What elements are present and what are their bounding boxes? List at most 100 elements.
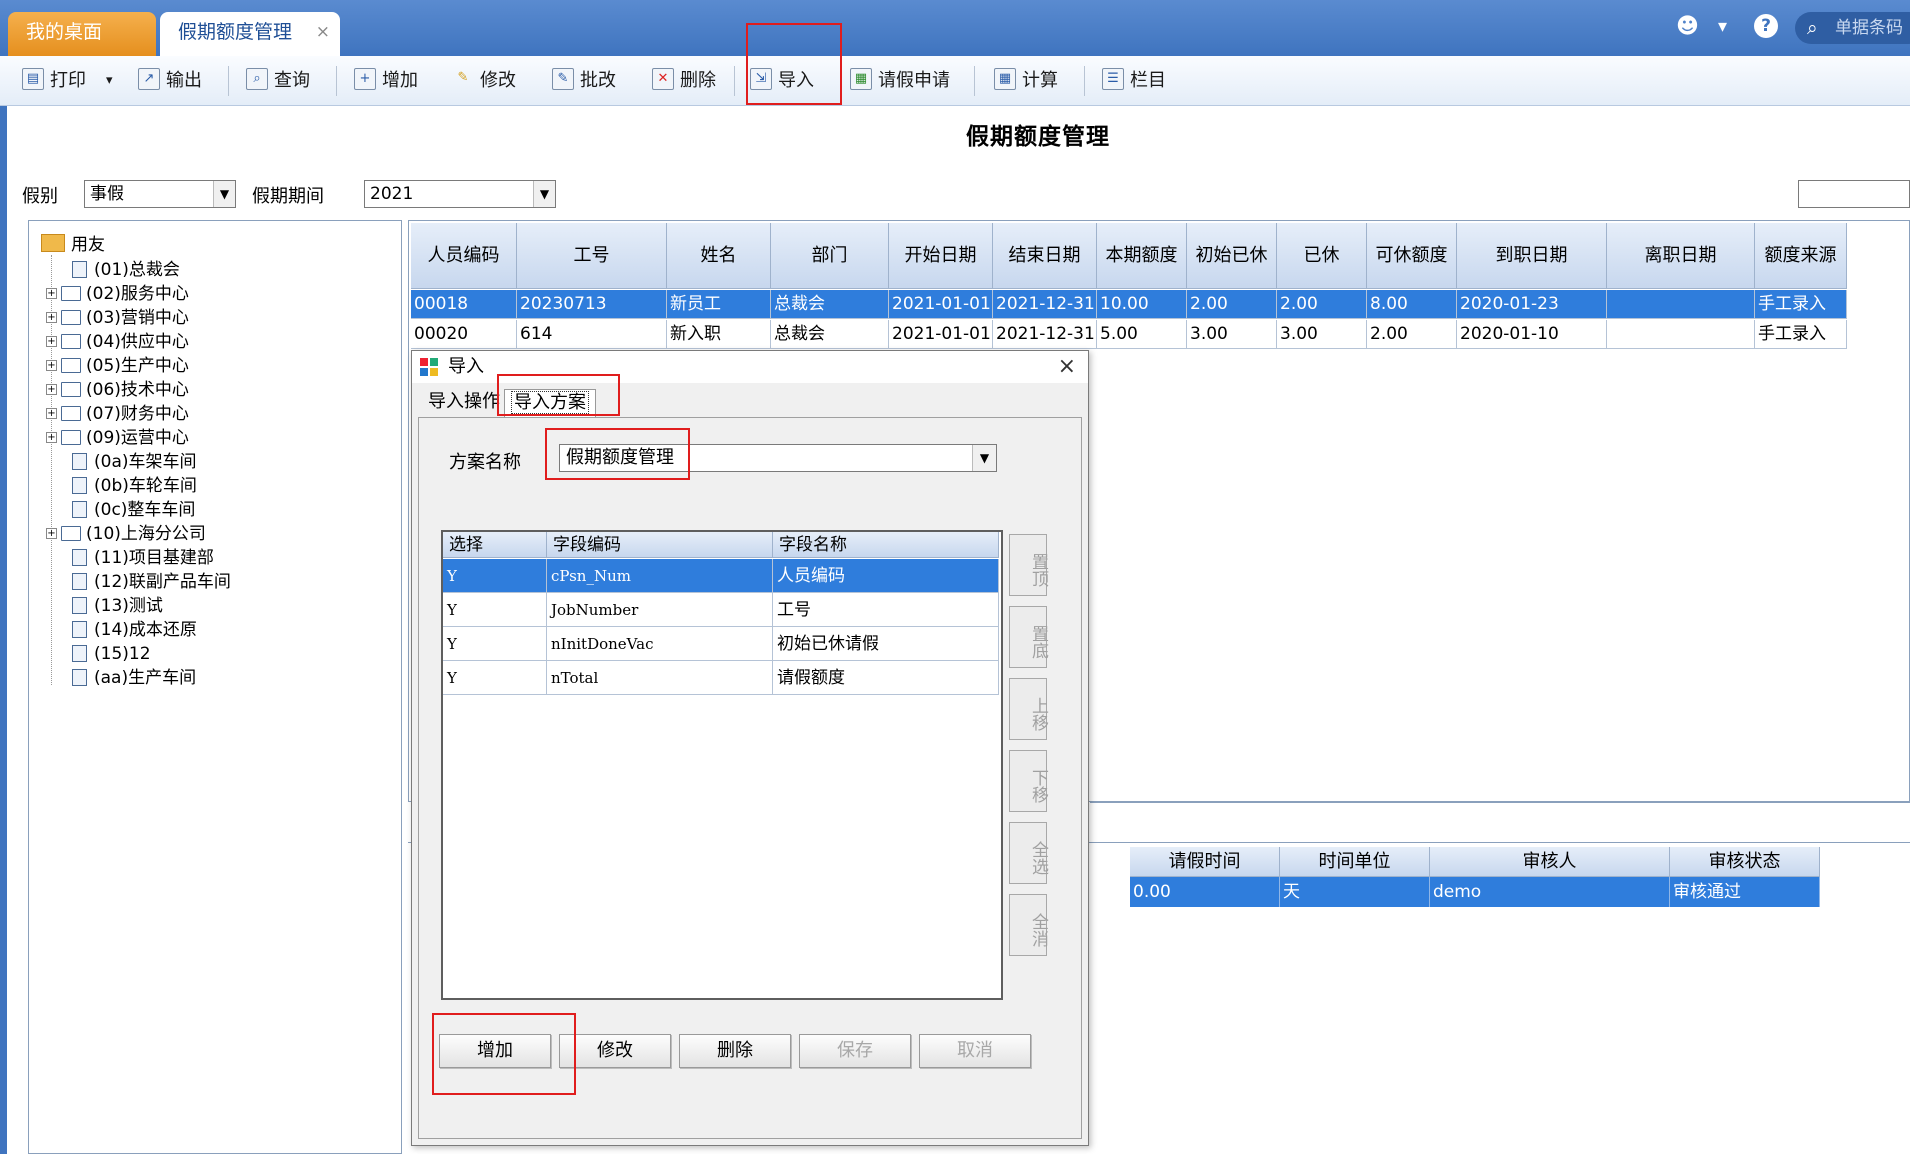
field-cell: 请假额度 xyxy=(773,661,999,695)
print-menu-button[interactable]: ▾ xyxy=(106,64,113,98)
field-column-header[interactable]: 字段编码 xyxy=(547,532,773,558)
tree-item[interactable]: + (07)财务中心 xyxy=(46,402,189,426)
table-cell: 2021-01-01 xyxy=(889,320,993,349)
plan-name-select[interactable]: 假期额度管理 ▼ xyxy=(559,444,997,472)
tree-item[interactable]: (14)成本还原 xyxy=(72,618,197,642)
leave-period-select[interactable]: 2021 ▼ xyxy=(364,180,556,208)
move-top-button[interactable]: 置顶 xyxy=(1009,534,1048,596)
field-column-header[interactable]: 字段名称 xyxy=(773,532,999,558)
column-header[interactable]: 请假时间 xyxy=(1130,847,1280,877)
tree-item[interactable]: + (04)供应中心 xyxy=(46,330,189,354)
expand-icon[interactable]: + xyxy=(46,407,57,419)
tree-item[interactable]: (13)测试 xyxy=(72,594,163,618)
modify-button[interactable]: ✎ 修改 xyxy=(452,64,516,98)
tree-item[interactable]: (12)联副产品车间 xyxy=(72,570,231,594)
column-header[interactable]: 额度来源 xyxy=(1755,223,1847,289)
column-header[interactable]: 审核人 xyxy=(1430,847,1670,877)
add-button[interactable]: + 增加 xyxy=(354,64,418,98)
column-header[interactable]: 离职日期 xyxy=(1607,223,1755,289)
expand-icon[interactable]: + xyxy=(46,527,57,539)
table-cell: 2021-12-31 xyxy=(993,320,1097,349)
expand-icon[interactable]: + xyxy=(46,287,57,299)
expand-icon[interactable]: + xyxy=(46,383,57,395)
smile-icon[interactable]: ☻ xyxy=(1676,14,1699,39)
folder-icon xyxy=(61,357,81,373)
delete-icon: ✕ xyxy=(652,68,674,90)
expand-icon[interactable]: + xyxy=(46,431,57,443)
pencil-icon: ✎ xyxy=(457,70,469,85)
column-header[interactable]: 已休 xyxy=(1277,223,1367,289)
help-icon[interactable]: ? xyxy=(1754,14,1778,38)
leave-type-select[interactable]: 事假 ▼ xyxy=(84,180,236,208)
select-all-button[interactable]: 全选 xyxy=(1009,822,1048,884)
expand-icon[interactable]: + xyxy=(46,335,57,347)
tree-item[interactable]: + (10)上海分公司 xyxy=(46,522,206,546)
field-cell: 工号 xyxy=(773,593,999,627)
tab-holiday-quota[interactable]: 假期额度管理 × xyxy=(160,12,340,56)
tree-item[interactable]: (11)项目基建部 xyxy=(72,546,214,570)
tree-item[interactable]: + (03)营销中心 xyxy=(46,306,189,330)
export-button[interactable]: ↗ 输出 xyxy=(138,64,202,98)
field-column-header[interactable]: 选择 xyxy=(443,532,547,558)
move-down-button[interactable]: 下移 xyxy=(1009,750,1048,812)
plan-add-button[interactable]: 增加 xyxy=(439,1034,551,1068)
tree-item[interactable]: (0c)整车车间 xyxy=(72,498,195,522)
column-header[interactable]: 到职日期 xyxy=(1457,223,1607,289)
plan-save-button[interactable]: 保存 xyxy=(799,1034,911,1068)
move-up-button[interactable]: 上移 xyxy=(1009,678,1048,740)
column-header[interactable]: 人员编码 xyxy=(411,223,517,289)
move-bottom-button[interactable]: 置底 xyxy=(1009,606,1048,668)
chevron-down-icon[interactable]: ▼ xyxy=(972,445,996,471)
tree-item[interactable]: (01)总裁会 xyxy=(72,258,180,282)
import-button[interactable]: ⇲ 导入 xyxy=(750,64,814,98)
plan-delete-button[interactable]: 删除 xyxy=(679,1034,791,1068)
right-filter-input[interactable] xyxy=(1798,180,1910,208)
column-header[interactable]: 可休额度 xyxy=(1367,223,1457,289)
tree-root[interactable]: 用友 xyxy=(41,233,105,257)
column-header[interactable]: 工号 xyxy=(517,223,667,289)
plan-modify-button[interactable]: 修改 xyxy=(559,1034,671,1068)
clear-all-button[interactable]: 全消 xyxy=(1009,894,1048,956)
field-cell: JobNumber xyxy=(547,593,773,627)
tree-item[interactable]: (15)12 xyxy=(72,642,151,666)
column-header[interactable]: 结束日期 xyxy=(993,223,1097,289)
tab-import-operation[interactable]: 导入操作 xyxy=(422,389,506,417)
delete-button[interactable]: ✕ 删除 xyxy=(652,64,716,98)
column-header[interactable]: 姓名 xyxy=(667,223,771,289)
leave-request-button[interactable]: ▦ 请假申请 xyxy=(850,64,950,98)
tree-item[interactable]: (aa)生产车间 xyxy=(72,666,196,690)
tab-close-icon[interactable]: × xyxy=(316,12,330,52)
tree-item[interactable]: + (05)生产中心 xyxy=(46,354,189,378)
tree-item-label: (01)总裁会 xyxy=(94,260,180,280)
field-cell: 初始已休请假 xyxy=(773,627,999,661)
column-header[interactable]: 本期额度 xyxy=(1097,223,1187,289)
folder-icon xyxy=(61,405,81,421)
column-header[interactable]: 初始已休 xyxy=(1187,223,1277,289)
tab-import-plan[interactable]: 导入方案 xyxy=(504,389,596,417)
table-cell: 天 xyxy=(1280,877,1430,907)
calculate-label: 计算 xyxy=(1022,70,1058,91)
chevron-down-icon[interactable]: ▼ xyxy=(213,181,235,207)
plan-cancel-button[interactable]: 取消 xyxy=(919,1034,1031,1068)
chevron-down-icon[interactable]: ▼ xyxy=(533,181,555,207)
batch-modify-button[interactable]: ✎ 批改 xyxy=(552,64,616,98)
search-input[interactable]: ⌕ 单据条码 xyxy=(1795,12,1910,44)
close-icon[interactable]: × xyxy=(1058,351,1076,383)
tree-item[interactable]: + (09)运营中心 xyxy=(46,426,189,450)
tree-item[interactable]: (0a)车架车间 xyxy=(72,450,197,474)
print-button[interactable]: ▤ 打印 xyxy=(22,64,86,98)
chevron-down-icon[interactable]: ▾ xyxy=(1718,16,1727,37)
tree-item[interactable]: + (02)服务中心 xyxy=(46,282,189,306)
query-button[interactable]: ⌕ 查询 xyxy=(246,64,310,98)
column-header[interactable]: 时间单位 xyxy=(1280,847,1430,877)
tab-my-desktop[interactable]: 我的桌面 xyxy=(8,12,156,56)
column-header[interactable]: 部门 xyxy=(771,223,889,289)
column-header[interactable]: 开始日期 xyxy=(889,223,993,289)
expand-icon[interactable]: + xyxy=(46,359,57,371)
tree-item[interactable]: (0b)车轮车间 xyxy=(72,474,197,498)
expand-icon[interactable]: + xyxy=(46,311,57,323)
tree-item[interactable]: + (06)技术中心 xyxy=(46,378,189,402)
calculate-button[interactable]: ▦ 计算 xyxy=(994,64,1058,98)
column-header[interactable]: 审核状态 xyxy=(1670,847,1820,877)
columns-button[interactable]: ☰ 栏目 xyxy=(1102,64,1166,98)
